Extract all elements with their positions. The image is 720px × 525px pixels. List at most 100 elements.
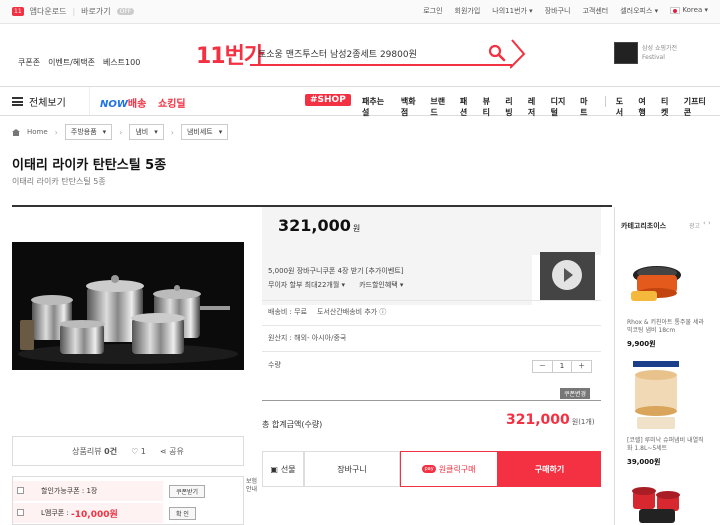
installment-dropdown[interactable]: 무이자 할부 최대22개월 ▾: [268, 280, 345, 290]
origin-info: 원산지 : 해외- 아시아/중국: [268, 334, 347, 342]
app-download[interactable]: 11 앱다운로드 | 바로가기 OFF: [12, 6, 135, 17]
divider: [604, 96, 606, 107]
shortcut-toggle[interactable]: OFF: [116, 8, 135, 15]
top-links: 로그인 회원가입 나의11번가 ▾ 장바구니 고객센터 셀러오피스 ▾ Kore…: [423, 6, 708, 16]
nav-item-beauty[interactable]: 뷰티: [483, 96, 497, 118]
review-link[interactable]: 상품리뷰 0건: [72, 446, 117, 457]
ad-label: 광고: [689, 223, 701, 230]
event-zone-link[interactable]: 이벤트/혜택존: [48, 57, 95, 68]
quantity-increase-button[interactable]: ＋: [572, 361, 591, 372]
insurance-note[interactable]: 보험안내: [246, 478, 260, 494]
sidebar-item-image[interactable]: [627, 355, 685, 435]
product-price: 321,000 원: [278, 216, 360, 235]
quantity-decrease-button[interactable]: －: [533, 361, 553, 372]
search-input[interactable]: 토소웅 맨즈투스터 남성2종세트 29800원: [258, 47, 417, 60]
one-click-buy-button[interactable]: pay 원클릭구매: [400, 451, 498, 487]
nav-item-digital[interactable]: 디지털: [551, 96, 572, 118]
sidebar-item-image[interactable]: [627, 247, 685, 317]
shocking-deal-link[interactable]: 쇼킹딜: [158, 95, 186, 110]
nav-item-ticket[interactable]: 티켓: [661, 96, 675, 118]
total-price: 321,000 원(1개): [506, 412, 595, 428]
product-subtitle: 이태리 라이카 탄탄스틸 5종: [12, 177, 106, 186]
nav-item-leisure[interactable]: 레저: [528, 96, 542, 118]
share-icon: ⋖: [159, 446, 167, 456]
signup-link[interactable]: 회원가입: [455, 6, 481, 16]
home-icon[interactable]: [12, 128, 20, 136]
app-download-link[interactable]: 앱다운로드: [30, 6, 67, 17]
nav-item-brand[interactable]: 브랜드: [430, 96, 451, 118]
coupon-checkbox[interactable]: [17, 509, 24, 516]
main-nav: 전체보기 NOW배송 쇼킹딜 #SHOP 패추는 설 백화점 브랜드 패션 뷰티…: [0, 86, 720, 118]
product-video[interactable]: [540, 252, 595, 300]
sidebar-item-desc[interactable]: Rhox & 키친아트 통주물 세라믹코팅 냄비 18cm: [627, 319, 707, 335]
country-selector[interactable]: Korea ▾: [670, 6, 708, 16]
breadcrumb-level-2[interactable]: 냄비 ▾: [129, 124, 164, 140]
nav-item-department[interactable]: 백화점: [401, 96, 422, 118]
lmem-coupon-price: -10,000원: [71, 509, 118, 520]
search-icon[interactable]: [488, 44, 506, 62]
payment-benefits: 무이자 할부 최대22개월 ▾ 카드할인혜택 ▾: [268, 280, 403, 290]
sidebar-item-price: 9,900원: [627, 340, 656, 348]
total-unit: 원(1개): [571, 418, 595, 426]
one-click-label: 원클릭구매: [438, 464, 476, 474]
chevron-right-icon: ›: [170, 127, 174, 137]
country-label: Korea ▾: [682, 6, 708, 14]
coupon-row: 할인가능쿠폰 : 1장 쿠폰받기: [13, 481, 243, 501]
quantity-value[interactable]: 1: [553, 361, 573, 372]
quantity-label: 수량: [268, 361, 281, 369]
heart-icon: ♡: [131, 446, 139, 456]
card-discount-dropdown[interactable]: 카드할인혜택 ▾: [359, 280, 403, 290]
seller-office-link[interactable]: 셀러오피스 ▾: [620, 6, 658, 16]
all-menu-label: 전체보기: [29, 97, 66, 109]
coupon-change-button[interactable]: 쿠폰변경: [560, 388, 591, 399]
sidebar-item-image[interactable]: [627, 473, 685, 525]
like-button[interactable]: ♡ 1: [131, 447, 146, 456]
nav-item-gifticon[interactable]: 기프티콘: [684, 96, 711, 118]
my11st-link[interactable]: 나의11번가 ▾: [492, 6, 532, 16]
nav-item-fashion[interactable]: 패션: [460, 96, 474, 118]
sidebar-nav-arrows[interactable]: ‹ ›: [703, 219, 711, 227]
nav-item-seollal[interactable]: 패추는 설: [362, 96, 392, 118]
review-label: 상품리뷰: [72, 446, 102, 456]
confirm-coupon-button[interactable]: 확 인: [169, 506, 196, 520]
login-link[interactable]: 로그인: [423, 6, 442, 16]
shop-tag[interactable]: #SHOP: [305, 94, 351, 106]
nav-item-travel[interactable]: 여행: [638, 96, 652, 118]
buy-now-button[interactable]: 구매하기: [498, 451, 601, 487]
header-ad-banner[interactable]: 삼성 쇼핑가전 Festival: [614, 40, 714, 68]
best100-link[interactable]: 베스트100: [103, 57, 140, 68]
cart-link[interactable]: 장바구니: [545, 6, 571, 16]
coupon-checkbox[interactable]: [17, 487, 24, 494]
breadcrumb-level-2-label: 냄비: [135, 128, 149, 136]
breadcrumb-level-3[interactable]: 냄비세트 ▾: [180, 124, 229, 140]
shocking-deal-label: 쇼킹딜: [158, 99, 186, 110]
get-coupon-button[interactable]: 쿠폰받기: [169, 484, 206, 498]
sidebar-item-desc[interactable]: [코렐] 루미낙 슈퍼냄비 내열직화 1.8L~5세트: [627, 437, 707, 453]
breadcrumb-home[interactable]: Home: [27, 128, 48, 136]
now-delivery-link[interactable]: NOW배송: [100, 95, 146, 110]
app-badge: 11: [12, 7, 24, 16]
share-button[interactable]: ⋖ 공유: [160, 446, 184, 457]
product-image[interactable]: [12, 242, 244, 370]
divider: [262, 300, 601, 301]
nav-item-living[interactable]: 리빙: [505, 96, 519, 118]
hamburger-icon: [12, 96, 23, 106]
search-bar[interactable]: 토소웅 맨즈투스터 남성2종세트 29800원: [250, 44, 512, 66]
customer-center-link[interactable]: 고객센터: [582, 6, 608, 16]
top-utility-bar: 11 앱다운로드 | 바로가기 OFF 로그인 회원가입 나의11번가 ▾ 장바…: [0, 0, 720, 24]
play-icon[interactable]: [552, 260, 582, 290]
remote-shipping-info[interactable]: 도서산간배송비 추가 ⓘ: [317, 307, 386, 317]
all-menu-button[interactable]: 전체보기: [12, 87, 90, 115]
cart-coupon-event[interactable]: 5,000원 장바구니쿠폰 4장 받기 [추가이벤트]: [268, 266, 403, 276]
divider: |: [72, 7, 76, 16]
quantity-stepper[interactable]: － 1 ＋: [532, 360, 592, 373]
breadcrumb-level-1[interactable]: 주방용품 ▾: [64, 124, 113, 140]
price-value: 321,000: [278, 216, 351, 235]
shortcut-link[interactable]: 바로가기: [81, 6, 110, 17]
add-to-cart-button[interactable]: 장바구니: [304, 451, 400, 487]
gift-button[interactable]: ▣ 선물: [262, 451, 304, 487]
nav-item-mart[interactable]: 마트: [580, 96, 594, 118]
nav-item-books[interactable]: 도서: [616, 96, 630, 118]
microwave-image: [614, 42, 638, 64]
coupon-zone-link[interactable]: 쿠폰존: [18, 57, 40, 68]
